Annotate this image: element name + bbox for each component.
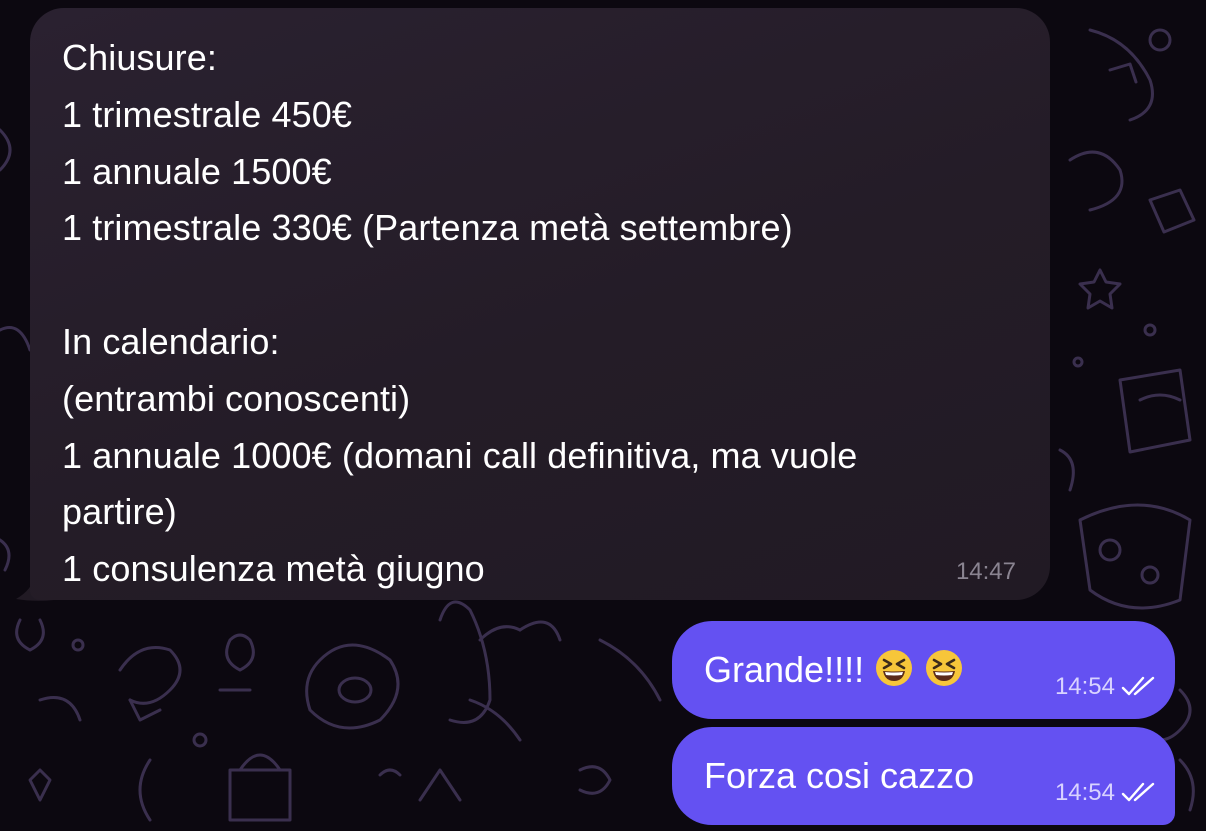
- message-line: 1 trimestrale 450€: [62, 93, 352, 135]
- grinning-squinting-face-icon: [876, 650, 913, 686]
- message-line: partire): [62, 491, 177, 533]
- message-line: 1 consulenza metà giugno: [62, 548, 485, 590]
- message-meta: 14:54: [1055, 779, 1155, 807]
- double-check-icon: [1121, 782, 1155, 802]
- message-line: In calendario:: [62, 320, 280, 362]
- message-text: Grande!!!!: [704, 649, 865, 690]
- message-line: 1 trimestrale 330€ (Partenza metà settem…: [62, 207, 793, 249]
- outgoing-message-bubble[interactable]: Forza cosi cazzo 14:54: [672, 727, 1175, 825]
- message-timestamp: 14:54: [1054, 673, 1115, 700]
- outgoing-message-bubble[interactable]: Grande!!!! 14:54: [672, 621, 1175, 719]
- message-line: Chiusure:: [62, 37, 217, 78]
- double-check-icon: [1121, 676, 1155, 696]
- grinning-squinting-face-icon: [926, 650, 963, 686]
- message-text: Forza cosi cazzo: [704, 755, 975, 796]
- message-line: 1 annuale 1500€: [62, 150, 332, 192]
- message-line-blank: [62, 257, 1010, 314]
- incoming-message-bubble[interactable]: Chiusure: 1 trimestrale 450€ 1 annuale 1…: [30, 8, 1050, 600]
- message-line: 1 annuale 1000€ (domani call definitiva,…: [62, 434, 858, 476]
- message-timestamp: 14:47: [955, 558, 1016, 585]
- message-text-row: Grande!!!!: [704, 648, 964, 692]
- message-meta: 14:54: [1055, 673, 1155, 701]
- message-timestamp: 14:54: [1054, 779, 1115, 806]
- message-line: (entrambi conoscenti): [62, 377, 411, 419]
